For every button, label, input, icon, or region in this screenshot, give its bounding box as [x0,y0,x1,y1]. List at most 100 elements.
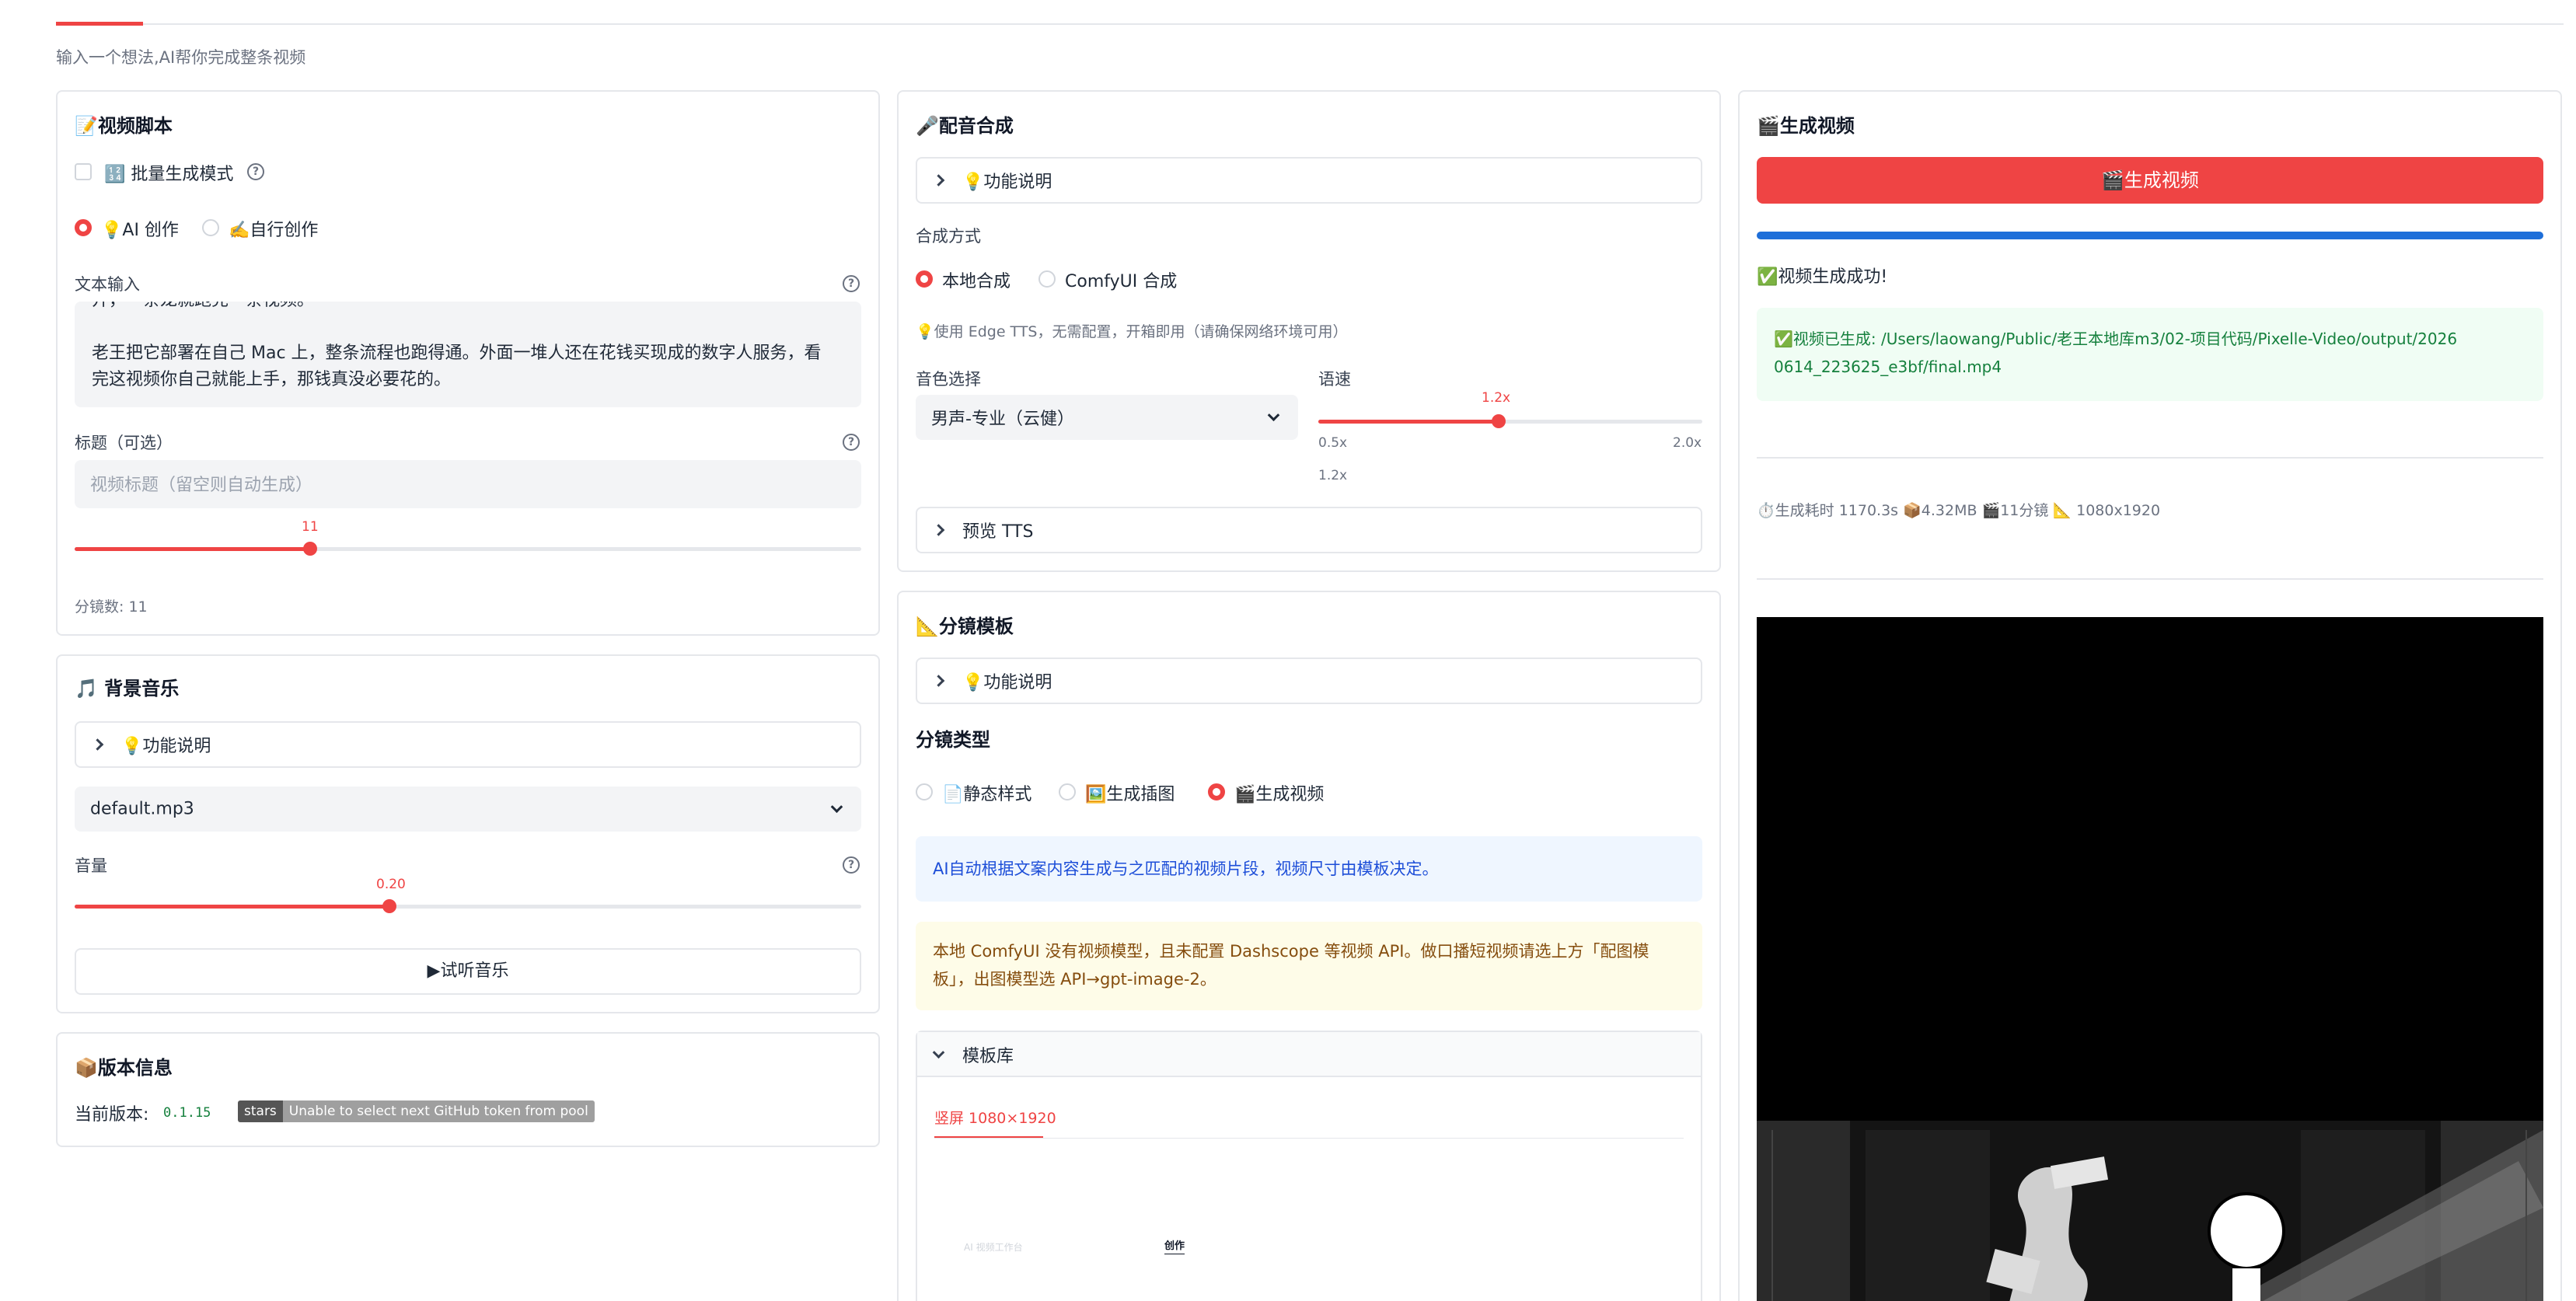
volume-slider-thumb[interactable] [382,899,396,913]
scenes-slider-thumb[interactable] [303,542,317,556]
batch-mode-label: 🔢 批量生成模式 [104,165,234,184]
scenes-slider-value: 11 [302,519,319,535]
tts-panel: 🎤配音合成 💡功能说明 合成方式 本地合成 ComfyUI 合成 💡使用 Edg… [897,90,1721,572]
tab-divider [934,1138,1684,1139]
badge-right: Unable to select next GitHub token from … [282,1100,595,1122]
result-info-box: ✅视频已生成: /Users/laowang/Public/老王本地库m3/02… [1757,308,2543,401]
generation-stats: ⏱️生成耗时 1170.3s 📦4.32MB 🎬11分镜 📐 1080x1920 [1757,502,2161,519]
bgm-selected-value: default.mp3 [90,799,194,819]
video-player[interactable] [1757,617,2543,1301]
bgm-panel-title: 🎵 背景音乐 [75,678,180,699]
title-input-placeholder: 视频标题（留空则自动生成） [90,476,313,495]
type-video-label[interactable]: 🎬生成视频 [1234,780,1324,805]
method-comfy-label[interactable]: ComfyUI 合成 [1065,267,1177,292]
volume-slider-fill [75,905,389,909]
tts-note: 💡使用 Edge TTS，无需配置，开箱即用（请确保网络环境可用） [916,323,1348,340]
preview-music-button[interactable]: ▶试听音乐 [75,948,861,995]
type-video-radio[interactable] [1208,783,1225,800]
storyboard-info-yellow-text: 本地 ComfyUI 没有视频模型，且未配置 Dashscope 等视频 API… [933,942,1649,989]
tts-preview-label: 预览 TTS [962,522,1034,542]
bgm-help-accordion[interactable]: 💡功能说明 [75,721,861,768]
title-help-icon[interactable]: ? [843,434,860,451]
storyboard-info-yellow: 本地 ComfyUI 没有视频模型，且未配置 Dashscope 等视频 API… [916,922,1702,1010]
page-subtitle: 输入一个想法,AI帮你完成整条视频 [56,48,306,67]
chevron-right-icon [932,174,945,187]
script-panel: 📝视频脚本 🔢 批量生成模式 ? 💡AI 创作 ✍️自行创作 文本输入 ? 开，… [56,90,880,636]
generation-progress-bar [1757,232,2543,239]
chevron-down-icon [1267,409,1280,422]
template-library-accordion[interactable]: 模板库 竖屏 1080×1920 AI 视频工作台 创作 [916,1031,1702,1301]
version-panel-title: 📦版本信息 [75,1057,173,1079]
github-stars-badge[interactable]: stars Unable to select next GitHub token… [238,1100,595,1122]
chevron-right-icon [91,738,104,751]
volume-help-icon[interactable]: ? [843,856,860,874]
chevron-right-icon [932,524,945,536]
scenes-slider[interactable] [75,542,861,556]
bgm-select[interactable]: default.mp3 [75,787,861,832]
volume-slider[interactable] [75,899,861,913]
text-help-icon[interactable]: ? [843,275,860,292]
script-panel-title: 📝视频脚本 [75,115,173,137]
batch-help-icon[interactable]: ? [247,163,264,180]
generate-panel-title: 🎬生成视频 [1757,115,1855,137]
speed-slider[interactable] [1318,414,1702,428]
storyboard-help-accordion[interactable]: 💡功能说明 [916,657,1702,704]
mode-self-radio[interactable] [202,219,219,236]
chevron-down-icon [830,800,843,814]
generate-panel: 🎬生成视频 🎬生成视频 ✅视频生成成功! ✅视频已生成: /Users/laow… [1738,90,2562,1301]
template-thumb-caption-2: 创作 [1164,1237,1185,1254]
badge-left: stars [238,1100,283,1122]
voice-selected-value: 男声-专业（云健） [931,410,1074,429]
storyboard-info-blue-text: AI自动根据文案内容生成与之匹配的视频片段，视频尺寸由模板决定。 [933,860,1439,878]
chevron-right-icon [932,675,945,687]
mode-ai-radio[interactable] [75,219,92,236]
scenes-count-text: 分镜数: 11 [75,598,148,616]
current-version-label: 当前版本: [75,1105,149,1125]
template-library-header[interactable]: 模板库 [917,1032,1701,1077]
chevron-down-icon [932,1046,945,1059]
storyboard-help-label: 💡功能说明 [962,673,1052,692]
tab-portrait[interactable]: 竖屏 1080×1920 [934,1107,1056,1128]
storyboard-info-blue: AI自动根据文案内容生成与之匹配的视频片段，视频尺寸由模板决定。 [916,836,1702,902]
type-static-radio[interactable] [916,783,933,800]
method-local-radio[interactable] [916,270,933,288]
bgm-help-label: 💡功能说明 [121,737,211,756]
method-local-label[interactable]: 本地合成 [942,267,1011,292]
active-tab-indicator [56,22,143,26]
tts-panel-title: 🎤配音合成 [916,115,1014,137]
tts-help-accordion[interactable]: 💡功能说明 [916,157,1702,204]
speed-min: 0.5x [1318,435,1348,451]
version-number: 0.1.15 [163,1105,211,1121]
result-info-text: ✅视频已生成: /Users/laowang/Public/老王本地库m3/02… [1774,330,2458,376]
speed-readout: 1.2x [1318,468,1348,483]
top-tab-divider [56,23,2564,25]
type-image-label[interactable]: 🖼️生成插图 [1085,780,1175,805]
method-comfy-radio[interactable] [1038,270,1056,288]
tts-preview-accordion[interactable]: 预览 TTS [916,507,1702,553]
mode-ai-label[interactable]: 💡AI 创作 [101,216,179,241]
storyboard-panel-title: 📐分镜模板 [916,616,1014,637]
version-panel: 📦版本信息 当前版本: 0.1.15 stars Unable to selec… [56,1032,880,1147]
voice-label: 音色选择 [916,370,981,389]
text-input-area[interactable]: 开，一条龙就跑完一条视频。 老王把它部署在自己 Mac 上，整条流程也跑得通。外… [75,302,861,407]
storyboard-type-label: 分镜类型 [916,729,990,751]
template-thumb-caption-1: AI 视频工作台 [964,1242,1023,1253]
type-image-radio[interactable] [1059,783,1076,800]
title-input[interactable]: 视频标题（留空则自动生成） [75,460,861,508]
text-input-value: 开，一条龙就跑完一条视频。 老王把它部署在自己 Mac 上，整条流程也跑得通。外… [92,302,822,389]
speed-slider-value: 1.2x [1482,390,1511,406]
text-input-label: 文本输入 [75,275,140,294]
generation-progress-fill [1757,232,2543,239]
voice-select[interactable]: 男声-专业（云健） [916,395,1298,440]
template-library-label: 模板库 [962,1047,1014,1066]
template-thumb-caption-2-text: 创作 [1164,1240,1185,1252]
type-static-label[interactable]: 📄静态样式 [942,780,1031,805]
generate-video-button[interactable]: 🎬生成视频 [1757,157,2543,204]
batch-mode-checkbox[interactable] [75,163,92,180]
speed-slider-thumb[interactable] [1492,414,1506,428]
video-frame [1757,617,2543,1301]
volume-slider-value: 0.20 [376,877,406,892]
mode-self-label[interactable]: ✍️自行创作 [229,216,318,241]
scenes-slider-fill [75,547,310,551]
success-status-text: ✅视频生成成功! [1757,267,1888,287]
